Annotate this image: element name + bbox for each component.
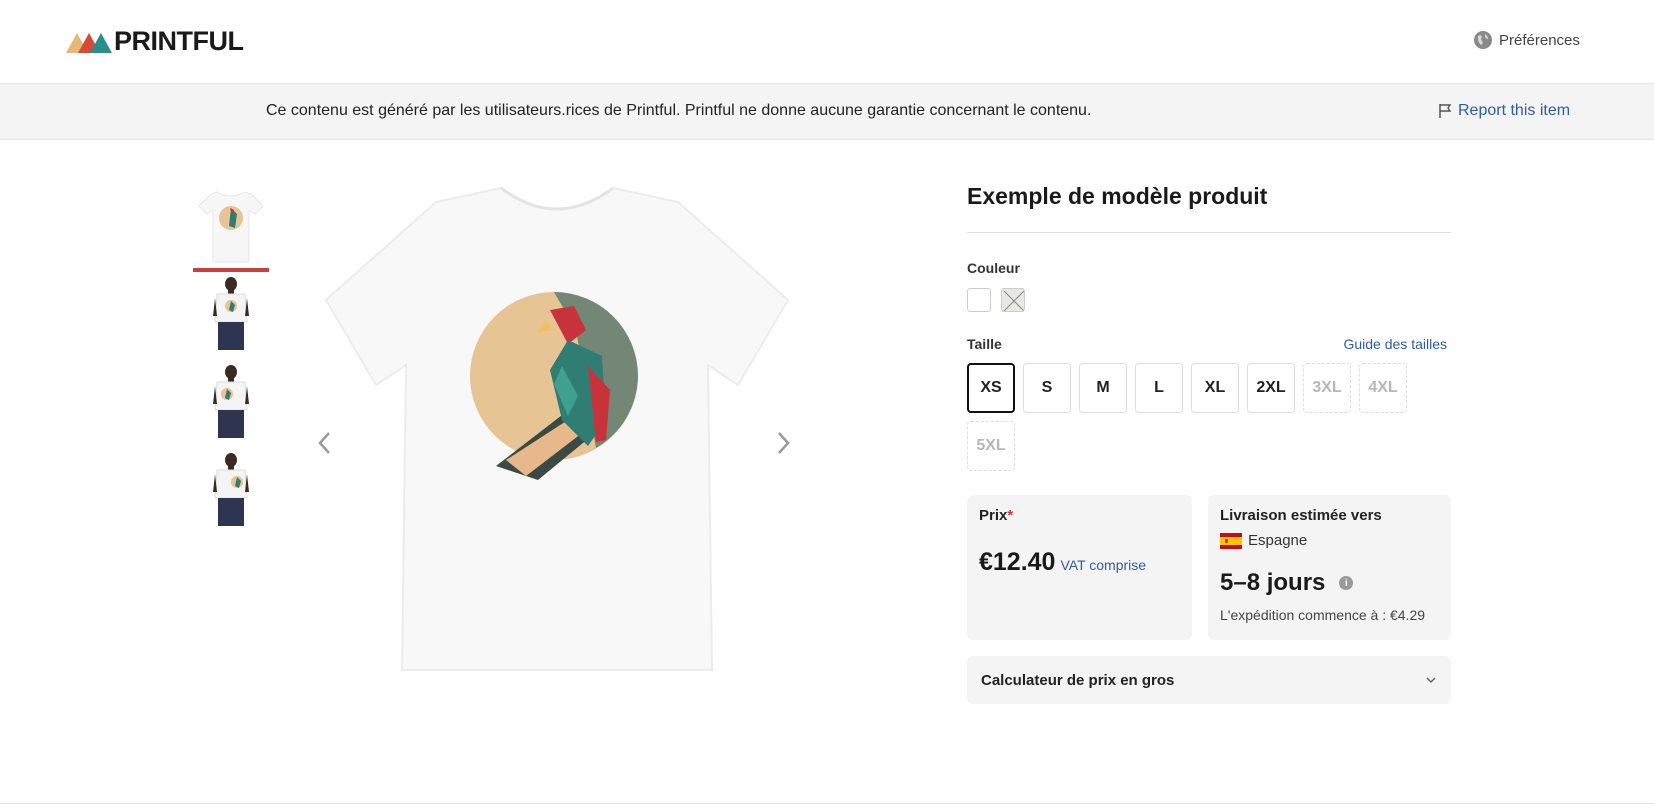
thumbnail-model-1[interactable] — [193, 274, 269, 354]
size-option-m[interactable]: M — [1079, 363, 1127, 413]
spain-flag-icon — [1220, 532, 1242, 549]
size-option-s[interactable]: S — [1023, 363, 1071, 413]
price-label: Prix* — [979, 507, 1180, 524]
color-swatch-unavailable[interactable] — [1001, 288, 1025, 312]
report-label: Report this item — [1458, 102, 1571, 119]
chevron-down-icon — [1426, 677, 1436, 684]
shipping-country[interactable]: Espagne — [1220, 532, 1439, 549]
color-swatch-white[interactable] — [967, 288, 991, 312]
report-item-link[interactable]: Report this item — [1438, 102, 1570, 120]
size-option-4xl: 4XL — [1359, 363, 1407, 413]
size-guide-link[interactable]: Guide des tailles — [1343, 336, 1447, 352]
size-option-3xl: 3XL — [1303, 363, 1351, 413]
price-box: Prix* €12.40 VAT comprise — [967, 495, 1192, 640]
shipping-box: Livraison estimée vers Espagne 5–8 jours… — [1208, 495, 1451, 640]
preferences-label: Préférences — [1499, 31, 1580, 49]
thumbnail-list — [193, 186, 269, 538]
model-thumbnail-image — [213, 453, 249, 526]
mountains-logo-icon — [66, 32, 112, 53]
flag-icon — [1439, 104, 1452, 118]
shirt-thumbnail-image — [198, 191, 264, 263]
size-option-l[interactable]: L — [1135, 363, 1183, 413]
footer-divider — [0, 803, 1654, 804]
shipping-start-price: L'expédition commence à : €4.29 — [1220, 607, 1426, 623]
product-title: Exemple de modèle produit — [967, 183, 1268, 209]
main-product-image — [306, 180, 806, 680]
size-option-2xl[interactable]: 2XL — [1247, 363, 1295, 413]
vat-link[interactable]: VAT comprise — [1060, 557, 1146, 573]
color-swatches — [967, 288, 1451, 312]
site-header: PRINTFUL Préférences — [0, 0, 1654, 83]
thumbnail-model-3[interactable] — [193, 450, 269, 530]
price-value: €12.40 — [979, 548, 1056, 576]
chevron-right-icon — [778, 432, 790, 454]
preferences-button[interactable]: Préférences — [1473, 30, 1580, 50]
size-option-5xl: 5XL — [967, 421, 1015, 471]
size-option-xs[interactable]: XS — [967, 363, 1015, 413]
size-options: XS S M L XL 2XL 3XL 4XL 5XL — [967, 363, 1437, 471]
shipping-label: Livraison estimée vers — [1220, 507, 1382, 524]
info-icon[interactable]: i — [1339, 576, 1354, 590]
price-line: €12.40 VAT comprise — [979, 548, 1180, 577]
calculator-label: Calculateur de prix en gros — [981, 671, 1175, 689]
thumbnail-model-2[interactable] — [193, 362, 269, 442]
model-thumbnail-image — [213, 277, 249, 350]
unavailable-cross-icon — [1003, 290, 1024, 311]
size-header: Taille Guide des tailles — [967, 336, 1451, 352]
size-label: Taille — [967, 336, 1002, 352]
bulk-price-calculator[interactable]: Calculateur de prix en gros — [967, 656, 1451, 704]
price-label-text: Prix — [979, 507, 1008, 524]
globe-icon — [1474, 31, 1492, 49]
size-option-xl[interactable]: XL — [1191, 363, 1239, 413]
color-label: Couleur — [967, 260, 1020, 276]
printful-logo[interactable]: PRINTFUL — [66, 26, 244, 57]
tshirt-eagle-image — [324, 186, 790, 671]
title-divider — [967, 232, 1451, 233]
required-mark: * — [1007, 507, 1014, 524]
price-shipping-row: Prix* €12.40 VAT comprise Livraison esti… — [967, 495, 1451, 640]
country-name: Espagne — [1248, 532, 1308, 549]
next-image-button[interactable] — [774, 428, 794, 458]
delivery-estimate: 5–8 jours i — [1220, 569, 1439, 597]
notice-text: Ce contenu est généré par les utilisateu… — [266, 102, 1092, 119]
user-content-notice: Ce contenu est généré par les utilisateu… — [0, 83, 1654, 140]
product-details-panel: Exemple de modèle produit Couleur Taille… — [967, 180, 1451, 704]
logo-text: PRINTFUL — [114, 26, 244, 56]
model-thumbnail-image — [213, 365, 249, 438]
thumbnail-flat-shirt[interactable] — [193, 186, 269, 272]
delivery-days: 5–8 jours — [1220, 569, 1326, 596]
